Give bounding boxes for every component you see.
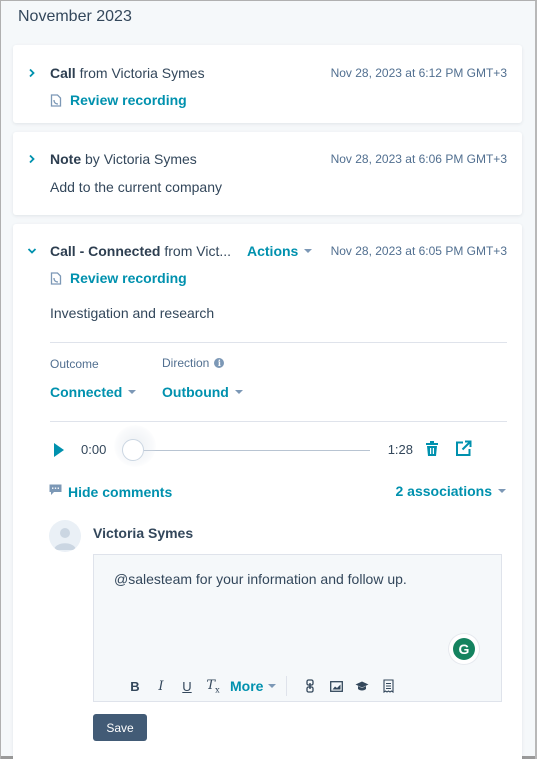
clear-format-button[interactable]: Tx (200, 678, 226, 695)
activity-type: Call - Connected (50, 243, 161, 259)
editor-toolbar: B I U Tx More (122, 676, 401, 696)
clear-format-icon: T (206, 677, 216, 693)
caret-down-icon (234, 390, 243, 394)
snippet-icon[interactable] (375, 679, 401, 693)
activity-author: from Victoria Symes (75, 65, 205, 81)
call-recording-icon (50, 271, 62, 285)
actions-dropdown[interactable]: Actions (247, 243, 313, 259)
activity-card-call: Call from Victoria Symes Nov 28, 2023 at… (13, 45, 522, 123)
comment-text[interactable]: @salesteam for your information and foll… (114, 571, 407, 587)
associations-dropdown[interactable]: 2 associations (396, 483, 506, 499)
direction-label: Direction i (162, 356, 225, 370)
activity-header[interactable]: Call - Connected from Vict... Actions No… (13, 241, 522, 261)
review-recording-label[interactable]: Review recording (70, 92, 187, 108)
activity-title: Call - Connected from Vict... (50, 243, 231, 259)
activity-title: Note by Victoria Symes (50, 151, 197, 167)
caret-down-icon (498, 489, 506, 493)
outcome-label-text: Outcome (50, 357, 99, 371)
outcome-value[interactable]: Connected (50, 384, 122, 400)
review-recording-link[interactable]: Review recording (50, 92, 187, 108)
duration: 1:28 (387, 442, 413, 457)
activity-title: Call from Victoria Symes (50, 65, 205, 81)
save-button[interactable]: Save (93, 714, 147, 741)
divider (50, 342, 507, 343)
caret-down-icon (304, 249, 313, 253)
play-icon[interactable] (54, 443, 64, 457)
outcome-dropdown[interactable]: Connected (50, 384, 137, 400)
trash-icon[interactable] (425, 440, 439, 463)
call-notes: Investigation and research (50, 305, 215, 321)
grammarly-button[interactable]: G (449, 634, 479, 664)
month-header: November 2023 (18, 8, 132, 25)
audio-progress-handle[interactable] (122, 439, 144, 461)
activity-type: Note (50, 151, 82, 167)
activity-date: Nov 28, 2023 at 6:05 PM GMT+3 (330, 244, 507, 258)
comment-editor[interactable]: @salesteam for your information and foll… (93, 554, 502, 702)
grammarly-icon: G (453, 638, 475, 660)
outcome-label: Outcome (50, 357, 99, 371)
bold-button[interactable]: B (122, 679, 148, 694)
more-dropdown[interactable]: More (230, 678, 277, 694)
chevron-right-icon[interactable] (27, 68, 37, 78)
direction-value[interactable]: Outbound (162, 384, 229, 400)
underline-button[interactable]: U (174, 679, 200, 694)
graduation-cap-icon[interactable] (349, 681, 375, 692)
comment-icon (49, 483, 62, 501)
chevron-down-icon[interactable] (27, 246, 37, 256)
image-icon[interactable] (323, 680, 349, 692)
direction-dropdown[interactable]: Outbound (162, 384, 243, 400)
activity-header[interactable]: Call from Victoria Symes Nov 28, 2023 at… (13, 63, 522, 83)
activity-type: Call (50, 65, 76, 81)
activity-header[interactable]: Note by Victoria Symes Nov 28, 2023 at 6… (13, 149, 522, 169)
activity-date: Nov 28, 2023 at 6:06 PM GMT+3 (330, 152, 507, 166)
review-recording-link[interactable]: Review recording (50, 270, 187, 286)
avatar (49, 520, 81, 552)
associations-label[interactable]: 2 associations (396, 483, 493, 499)
current-time: 0:00 (81, 442, 107, 457)
actions-label[interactable]: Actions (247, 243, 298, 259)
comment-author: Victoria Symes (93, 525, 194, 541)
review-recording-label[interactable]: Review recording (70, 270, 187, 286)
activity-author: from Vict... (160, 243, 232, 259)
divider (50, 421, 507, 422)
activity-date: Nov 28, 2023 at 6:12 PM GMT+3 (330, 66, 507, 80)
more-label[interactable]: More (230, 678, 263, 694)
hide-comments-label[interactable]: Hide comments (68, 484, 172, 500)
link-icon[interactable] (297, 679, 323, 693)
activity-author: by Victoria Symes (81, 151, 197, 167)
direction-label-text: Direction (162, 356, 210, 370)
info-icon[interactable]: i (214, 358, 225, 368)
audio-player: 0:00 1:28 (50, 425, 507, 467)
caret-down-icon (268, 684, 277, 688)
caret-down-icon (128, 390, 137, 394)
activity-card-note: Note by Victoria Symes Nov 28, 2023 at 6… (13, 132, 522, 215)
toolbar-divider (286, 676, 288, 696)
note-body: Add to the current company (50, 179, 222, 195)
call-recording-icon (50, 93, 62, 107)
external-link-icon[interactable] (455, 440, 472, 462)
chevron-right-icon[interactable] (27, 154, 37, 164)
user-icon (54, 528, 76, 550)
audio-progress-track[interactable] (130, 450, 370, 451)
italic-button[interactable]: I (148, 679, 174, 694)
hide-comments-button[interactable]: Hide comments (49, 483, 172, 501)
activity-card-call-connected: Call - Connected from Vict... Actions No… (13, 224, 522, 759)
